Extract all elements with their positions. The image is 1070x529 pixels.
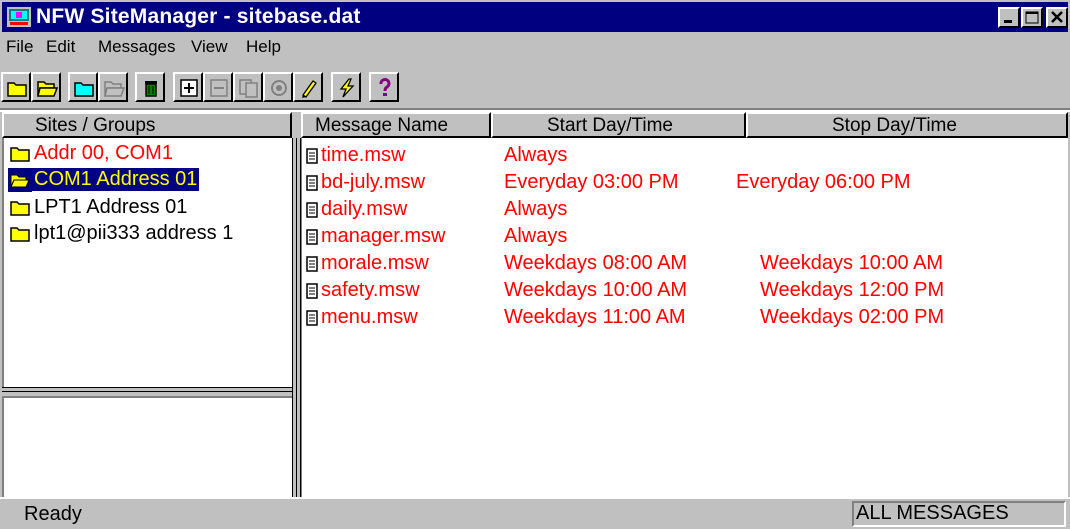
message-row[interactable]: manager.msw Always — [306, 225, 1066, 251]
toolbar-button-delete[interactable] — [135, 72, 165, 102]
site-item-label: lpt1@pii333 address 1 — [34, 222, 234, 244]
document-icon — [306, 283, 318, 299]
minimize-icon — [1004, 20, 1012, 23]
message-list[interactable]: time.msw Always bd-july.msw Everyday 03:… — [301, 138, 1068, 497]
toolbar-button-new-site[interactable] — [68, 72, 98, 102]
trash-icon — [145, 81, 157, 97]
status-filter-text: ALL MESSAGES — [856, 502, 1009, 524]
toolbar-button-edit[interactable] — [293, 72, 323, 102]
minimize-button[interactable] — [998, 7, 1020, 28]
column-header-message-name-label: Message Name — [315, 115, 449, 136]
properties-icon — [271, 80, 287, 96]
toolbar-button-open-site[interactable] — [98, 72, 128, 102]
toolbar-button-copy[interactable] — [233, 72, 263, 102]
title-bar[interactable]: NFW SiteManager - sitebase.dat — [2, 2, 1068, 32]
menu-help[interactable]: Help — [246, 37, 281, 57]
message-name: bd-july.msw — [321, 171, 426, 193]
message-start: Everyday 03:00 PM — [504, 171, 679, 193]
message-stop: Weekdays 10:00 AM — [760, 252, 944, 274]
column-header-stop[interactable]: Stop Day/Time — [746, 112, 1068, 138]
folder-icon — [10, 227, 30, 242]
message-name: morale.msw — [321, 252, 429, 274]
sites-tree[interactable]: Addr 00, COM1 COM1 Address 01 LPT1 Addre… — [2, 138, 292, 387]
document-icon — [306, 229, 318, 245]
message-stop: Everyday 06:00 PM — [736, 171, 911, 193]
document-icon — [306, 202, 318, 218]
toolbar-button-send[interactable] — [331, 72, 361, 102]
status-bar: Ready ALL MESSAGES — [0, 497, 1070, 529]
message-start: Always — [504, 144, 568, 166]
menu-edit[interactable]: Edit — [46, 37, 75, 57]
maximize-button[interactable] — [1021, 7, 1043, 28]
message-start: Always — [504, 198, 568, 220]
message-row[interactable]: time.msw Always — [306, 144, 1066, 170]
message-row[interactable]: morale.msw Weekdays 08:00 AM Weekdays 10… — [306, 252, 1066, 278]
menu-file[interactable]: File — [6, 37, 33, 57]
copy-icon — [239, 79, 258, 98]
sites-groups-header[interactable]: Sites / Groups — [2, 112, 292, 138]
message-stop: Weekdays 02:00 PM — [760, 306, 945, 328]
document-icon — [306, 256, 318, 272]
horizontal-splitter-line — [2, 391, 292, 392]
edit-pencil-icon — [302, 80, 317, 98]
message-name: menu.msw — [321, 306, 418, 328]
menu-bar: File Edit Messages View Help — [2, 34, 1068, 60]
document-icon — [306, 148, 318, 164]
open-folder-icon — [10, 174, 30, 188]
close-icon — [1051, 11, 1063, 23]
site-item-label: COM1 Address 01 — [32, 168, 200, 191]
message-name: daily.msw — [321, 198, 408, 220]
message-row[interactable]: menu.msw Weekdays 11:00 AM Weekdays 02:0… — [306, 306, 1066, 332]
message-row[interactable]: safety.msw Weekdays 10:00 AM Weekdays 12… — [306, 279, 1066, 305]
message-name: manager.msw — [321, 225, 446, 247]
folder-icon — [10, 201, 30, 216]
menu-view[interactable]: View — [191, 37, 228, 57]
folder-icon — [7, 82, 27, 97]
remove-message-icon — [210, 79, 228, 97]
site-details-pane[interactable] — [2, 396, 292, 497]
toolbar-button-add-message[interactable] — [173, 72, 203, 102]
open-folder-icon — [104, 81, 125, 97]
document-icon — [306, 175, 318, 191]
message-start: Weekdays 10:00 AM — [504, 279, 688, 301]
toolbar-button-properties[interactable] — [263, 72, 293, 102]
column-header-stop-label: Stop Day/Time — [832, 115, 957, 136]
add-message-icon — [180, 79, 198, 97]
vertical-splitter-line — [296, 138, 297, 497]
maximize-icon — [1025, 11, 1039, 24]
message-start: Weekdays 08:00 AM — [504, 252, 688, 274]
close-button[interactable] — [1046, 7, 1068, 28]
toolbar-button-new-group[interactable] — [1, 72, 31, 102]
message-start: Always — [504, 225, 568, 247]
column-header-start[interactable]: Start Day/Time — [491, 112, 746, 138]
help-question-icon — [379, 78, 391, 96]
toolbar-button-remove-message[interactable] — [203, 72, 233, 102]
toolbar-button-open-group[interactable] — [31, 72, 61, 102]
menu-messages[interactable]: Messages — [98, 37, 175, 57]
window-title: NFW SiteManager - sitebase.dat — [36, 5, 361, 28]
message-name: safety.msw — [321, 279, 420, 301]
message-row[interactable]: daily.msw Always — [306, 198, 1066, 224]
message-name: time.msw — [321, 144, 406, 166]
site-item-label: Addr 00, COM1 — [34, 142, 173, 164]
message-start: Weekdays 11:00 AM — [504, 306, 686, 328]
document-icon — [306, 310, 318, 326]
column-header-start-label: Start Day/Time — [547, 115, 673, 136]
sites-groups-header-label: Sites / Groups — [35, 115, 156, 136]
open-folder-icon — [37, 81, 58, 97]
folder-icon — [10, 147, 30, 162]
lightning-send-icon — [339, 78, 355, 98]
message-row[interactable]: bd-july.msw Everyday 03:00 PM Everyday 0… — [306, 171, 1066, 197]
app-icon[interactable] — [6, 6, 32, 28]
folder-icon — [74, 82, 94, 97]
message-stop: Weekdays 12:00 PM — [760, 279, 945, 301]
app-window: NFW SiteManager - sitebase.dat File Edit… — [0, 0, 1070, 529]
status-text: Ready — [24, 503, 82, 525]
site-item-label: LPT1 Address 01 — [34, 196, 188, 218]
toolbar — [1, 62, 1068, 108]
toolbar-button-help[interactable] — [369, 72, 399, 102]
status-filter-panel: ALL MESSAGES — [852, 501, 1066, 527]
column-header-message-name[interactable]: Message Name — [301, 112, 491, 138]
